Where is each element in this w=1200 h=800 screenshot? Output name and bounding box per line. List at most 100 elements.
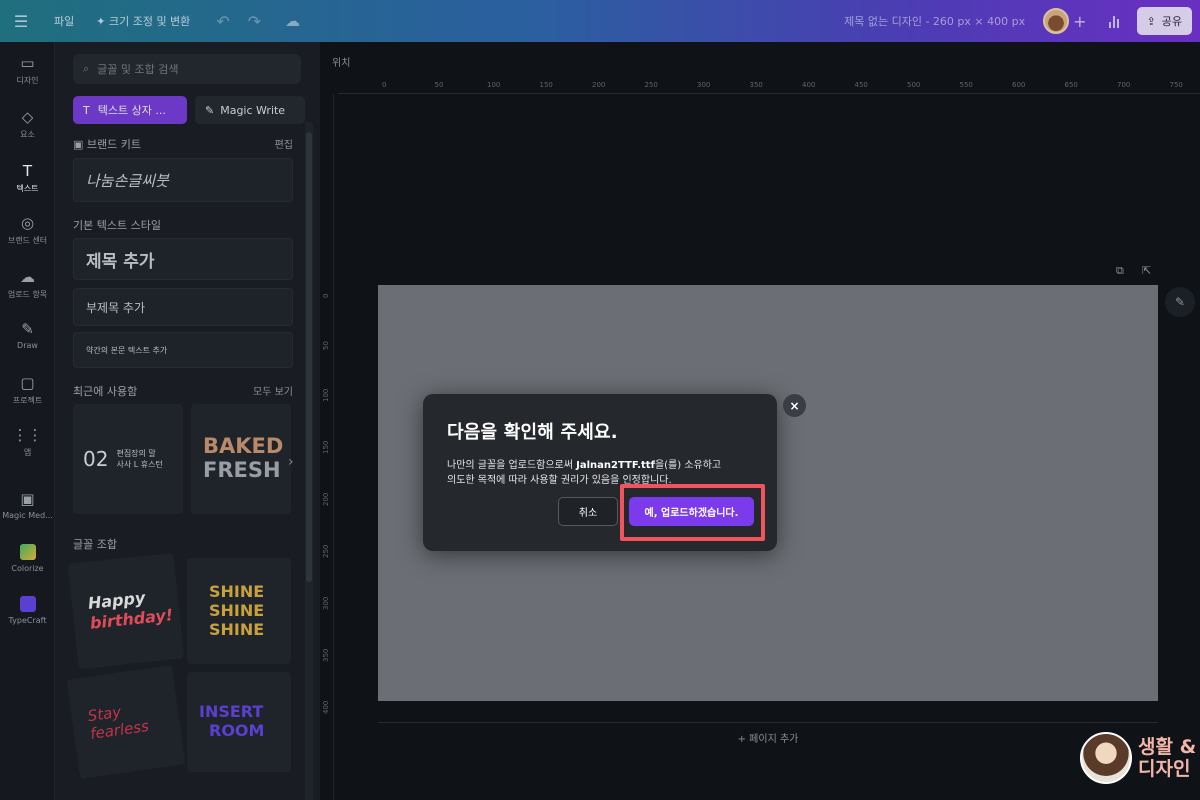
dialog-body: 나만의 글꼴을 업로드함으로써 Jalnan2TTF.ttf을(를) 소유하고 … xyxy=(447,458,753,488)
brand-font-sample[interactable]: 나눔손글씨붓 xyxy=(73,158,293,202)
comment-icon[interactable]: ✎ xyxy=(1165,287,1195,317)
add-page-button[interactable]: + 페이지 추가 xyxy=(378,722,1158,752)
cloud-sync-icon[interactable]: ☁ xyxy=(285,12,300,30)
brand-kit-edit-link[interactable]: 편집 xyxy=(275,136,293,152)
body-suffix: 을(를) 소유하고 xyxy=(654,460,722,471)
rail-item-text[interactable]: T 텍스트 xyxy=(0,162,55,194)
rail-item-typecraft[interactable]: TypeCraft xyxy=(0,596,55,625)
rail-label: 텍스트 xyxy=(16,184,39,193)
search-icon: ⌕ xyxy=(83,62,90,75)
ruler-tick-label: 250 xyxy=(322,544,330,558)
add-body-text-button[interactable]: 약간의 본문 텍스트 추가 xyxy=(73,332,293,368)
ruler-tick-label: 100 xyxy=(487,81,501,89)
ruler-tick-label: 250 xyxy=(644,81,658,89)
rail-label: 업로드 항목 xyxy=(7,290,48,299)
duplicate-page-icon[interactable]: ⧉ xyxy=(1116,264,1124,278)
upload-icon: ☁ xyxy=(20,268,35,286)
body-prefix: 나만의 글꼴을 업로드함으로써 xyxy=(447,460,577,471)
font-search-input[interactable]: ⌕ 글꼴 및 조합 검색 xyxy=(73,54,301,84)
position-label[interactable]: 위치 xyxy=(332,54,350,69)
cancel-button[interactable]: 취소 xyxy=(558,497,618,526)
resize-menu[interactable]: ✦ 크기 조정 및 변환 xyxy=(96,13,190,29)
rail-item-brand[interactable]: ◎ 브랜드 센터 xyxy=(0,214,55,246)
recent-font-item[interactable]: BAKED FRESH xyxy=(191,404,291,514)
share-label: 공유 xyxy=(1161,15,1182,28)
ruler-tick-label: 150 xyxy=(322,440,330,454)
vertical-ruler: 0 50 100 150 200 250 300 350 400 xyxy=(320,94,334,800)
rail-item-elements[interactable]: ◇ 요소 xyxy=(0,108,55,140)
folder-icon: ▢ xyxy=(20,374,35,392)
user-avatar[interactable] xyxy=(1043,8,1070,34)
watermark-line2: 디자인 xyxy=(1138,758,1191,780)
magic-write-button[interactable]: ✎ Magic Write xyxy=(195,96,305,124)
ruler-tick-label: 150 xyxy=(539,81,553,89)
rail-item-colorize[interactable]: Colorize xyxy=(0,544,55,573)
recent-item-line2: 사사 L 휴스턴 xyxy=(116,460,163,469)
search-placeholder: 글꼴 및 조합 검색 xyxy=(97,63,179,76)
brand-kit-header: ▣ 브랜드 키트 편집 xyxy=(73,136,293,152)
file-menu[interactable]: 파일 xyxy=(54,13,74,29)
add-page-icon[interactable]: ⇱ xyxy=(1142,264,1151,277)
fresh-text: FRESH xyxy=(203,458,281,482)
rail-label: Magic Med... xyxy=(2,511,53,520)
ruler-tick-label: 400 xyxy=(802,81,816,89)
font-combo-item[interactable]: SHINE SHINE SHINE xyxy=(187,558,291,664)
combo-shine-1: SHINE xyxy=(209,582,265,601)
recent-font-item[interactable]: 02 편집장의 말 사사 L 휴스턴 xyxy=(73,404,183,514)
font-combo-item[interactable]: Happy birthday! xyxy=(67,552,185,670)
share-button[interactable]: ⇪ 공유 xyxy=(1136,7,1192,35)
baked-text: BAKED xyxy=(203,434,284,458)
ruler-tick-label: 200 xyxy=(592,81,606,89)
combo-line2: ROOM xyxy=(209,721,265,740)
layout-icon: ▭ xyxy=(20,54,35,72)
body-filename: Jalnan2TTF.ttf xyxy=(576,460,655,471)
ruler-tick-label: 300 xyxy=(697,81,711,89)
close-dialog-button[interactable]: × xyxy=(783,394,806,417)
add-collaborator-icon[interactable]: + xyxy=(1073,12,1086,31)
rail-item-magic-media[interactable]: ▣ Magic Med... xyxy=(0,490,55,520)
carousel-next-icon[interactable]: › xyxy=(288,454,294,470)
rail-label: 요소 xyxy=(20,130,35,139)
undo-redo-icons[interactable]: ↶↷ xyxy=(216,12,279,31)
colorize-icon xyxy=(19,544,36,560)
combo-shine-3: SHINE xyxy=(209,620,265,639)
ruler-tick-label: 500 xyxy=(907,81,921,89)
see-all-link[interactable]: 모두 보기 xyxy=(253,383,293,399)
horizontal-ruler: 0 50 100 150 200 250 300 350 400 450 500 550 600 650 7… xyxy=(338,78,1200,94)
panel-scrollbar[interactable] xyxy=(305,122,313,800)
rail-label: TypeCraft xyxy=(8,616,47,625)
rail-item-draw[interactable]: ✎ Draw xyxy=(0,320,55,350)
rail-item-apps[interactable]: ⋮⋮ 앱 xyxy=(0,426,55,458)
rail-item-projects[interactable]: ▢ 프로젝트 xyxy=(0,374,55,406)
resize-label: 크기 조정 및 변환 xyxy=(108,15,191,28)
add-subheading-button[interactable]: 부제목 추가 xyxy=(73,288,293,326)
font-combo-item[interactable]: Stay fearless xyxy=(66,665,186,779)
add-textbox-button[interactable]: T 텍스트 상자 ... xyxy=(73,96,187,124)
confirm-upload-button[interactable]: 예, 업로드하겠습니다. xyxy=(629,497,754,526)
top-bar: ☰ 파일 ✦ 크기 조정 및 변환 ↶↷ ☁ 제목 없는 디자인 - 260 p… xyxy=(0,0,1200,42)
draw-icon: ✎ xyxy=(21,320,34,338)
hamburger-menu-icon[interactable]: ☰ xyxy=(10,10,32,32)
recent-item-line1: 편집장의 말 xyxy=(116,449,156,458)
rail-label: 브랜드 센터 xyxy=(7,236,48,245)
ruler-tick-label: 350 xyxy=(749,81,763,89)
font-combos-header: 글꼴 조합 xyxy=(73,536,293,552)
ruler-tick-label: 0 xyxy=(382,81,387,89)
combo-line1: INSERT xyxy=(199,702,264,721)
design-title[interactable]: 제목 없는 디자인 - 260 px × 400 px xyxy=(844,13,1025,29)
insights-icon[interactable] xyxy=(1101,8,1127,34)
ruler-tick-label: 50 xyxy=(322,341,330,350)
brand-kit-icon: ▣ xyxy=(73,138,87,151)
default-styles-label: 기본 텍스트 스타일 xyxy=(73,219,161,232)
rail-item-design[interactable]: ▭ 디자인 xyxy=(0,54,55,86)
ruler-tick-label: 350 xyxy=(322,648,330,662)
left-rail: ▭ 디자인 ◇ 요소 T 텍스트 ◎ 브랜드 센터 ☁ 업로드 항목 ✎ Draw ▢ 프로젝… xyxy=(0,42,55,800)
rail-label: 앱 xyxy=(23,448,32,457)
rail-item-uploads[interactable]: ☁ 업로드 항목 xyxy=(0,268,55,300)
font-combo-item[interactable]: INSERT ROOM xyxy=(187,672,291,772)
apps-icon: ⋮⋮ xyxy=(12,426,43,444)
shapes-icon: ◇ xyxy=(21,108,34,126)
add-heading-button[interactable]: 제목 추가 xyxy=(73,238,293,280)
default-styles-header: 기본 텍스트 스타일 xyxy=(73,217,293,233)
ruler-tick-label: 650 xyxy=(1064,81,1078,89)
